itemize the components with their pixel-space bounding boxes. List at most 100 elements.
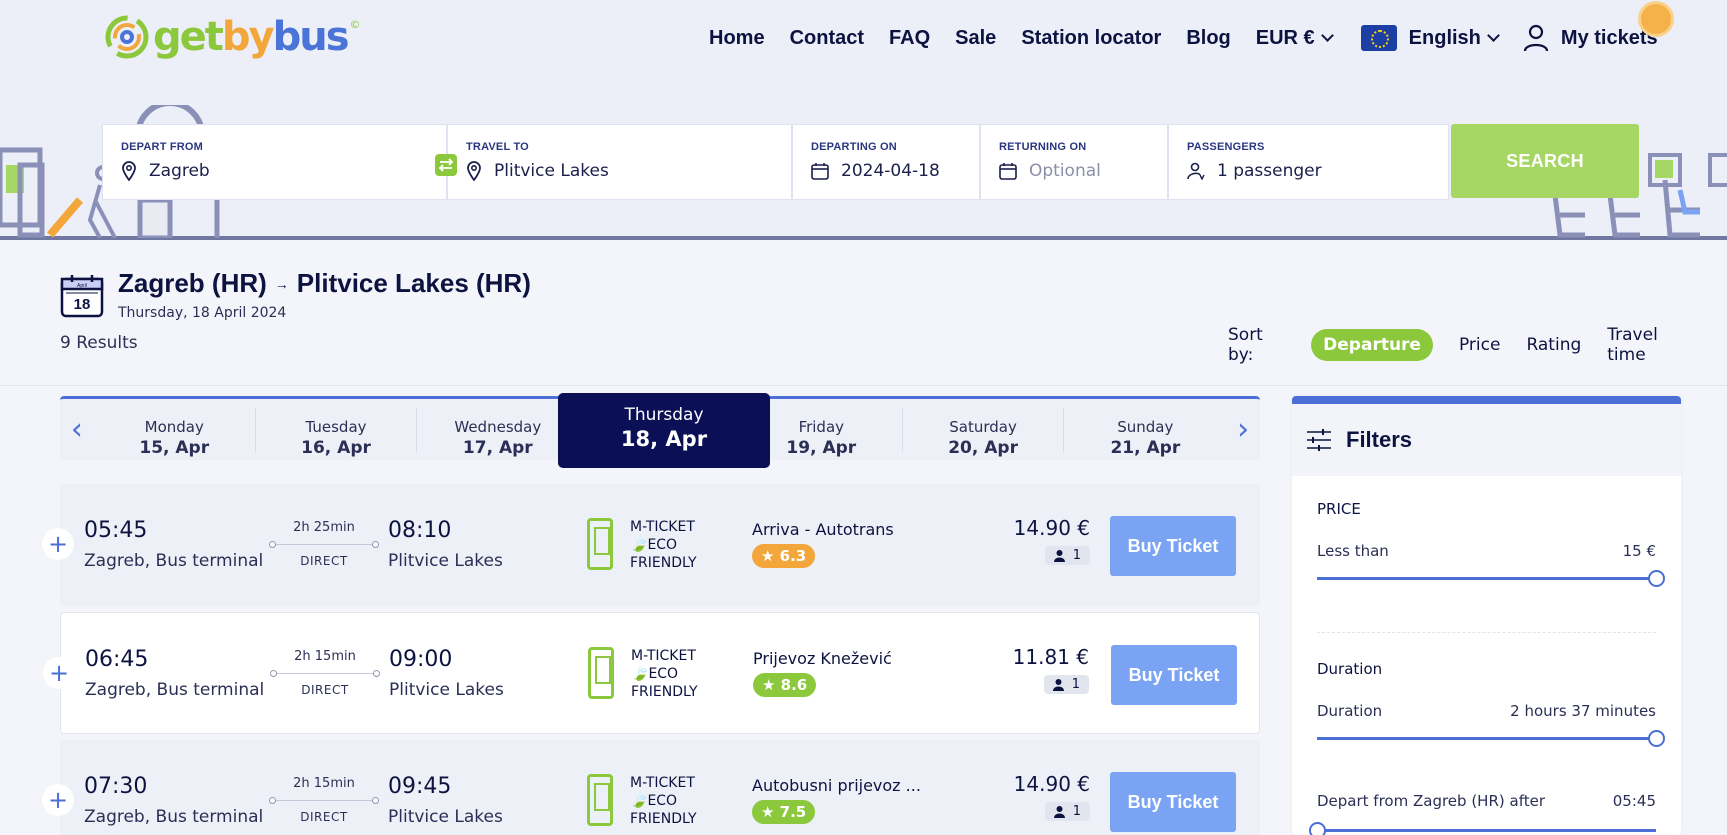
friendly-label: FRIENDLY — [630, 555, 697, 571]
swap-icon[interactable] — [435, 154, 457, 176]
duration-filter-label: Duration — [1317, 660, 1383, 678]
returning-on-label: RETURNING ON — [999, 141, 1087, 153]
route-destination: Plitvice Lakes (HR) — [296, 268, 531, 298]
nav-faq[interactable]: FAQ — [889, 27, 930, 50]
duration-slider[interactable] — [1317, 730, 1665, 747]
date-value: 15, Apr — [139, 437, 210, 458]
sort-travel-time[interactable]: Travel time — [1607, 325, 1701, 365]
getbybus-logo[interactable]: getbybus © — [105, 14, 361, 60]
depart-from-label: DEPART FROM — [121, 141, 204, 153]
passenger-icon — [1187, 162, 1205, 180]
mobile-ticket-icon — [587, 774, 613, 826]
main-nav: Home Contact FAQ Sale Station locator Bl… — [709, 24, 1683, 52]
nav-home[interactable]: Home — [709, 27, 765, 50]
location-pin-icon — [121, 161, 137, 181]
search-button[interactable]: SEARCH — [1451, 124, 1639, 198]
depart-after-filter-row: Depart from Zagreb (HR) after 05:45 — [1317, 792, 1656, 810]
search-form: DEPART FROM Zagreb TRAVEL TO Plitvice La… — [102, 124, 1639, 200]
rating-value: 6.3 — [779, 547, 807, 565]
user-icon — [1523, 24, 1549, 52]
depart-from-field[interactable]: DEPART FROM Zagreb — [102, 124, 447, 200]
depart-after-slider-handle[interactable] — [1309, 822, 1326, 835]
person-icon — [1052, 678, 1064, 691]
filters-panel: Filters PRICE Less than 15 € Duration Du… — [1292, 396, 1681, 835]
trip-card[interactable]: + 06:45 Zagreb, Bus terminal 2h 15min DI… — [43, 612, 1260, 734]
date-wednesday[interactable]: Wednesday 17, Apr — [417, 407, 580, 458]
eu-flag-icon — [1360, 25, 1397, 51]
logo-copyright-mark: © — [349, 18, 361, 31]
date-day-label: Tuesday — [305, 417, 367, 436]
returning-on-input[interactable]: Optional — [999, 161, 1149, 181]
route-origin: Zagreb (HR) — [118, 268, 267, 298]
date-saturday[interactable]: Saturday 20, Apr — [903, 407, 1065, 458]
buy-ticket-button[interactable]: Buy Ticket — [1110, 516, 1236, 576]
duration-filter-row: Duration 2 hours 37 minutes — [1317, 702, 1656, 720]
trip-card[interactable]: + 07:30 Zagreb, Bus terminal 2h 15min DI… — [42, 740, 1260, 835]
expand-plus-icon[interactable]: + — [42, 784, 74, 816]
trip-price: 14.90 € — [1013, 772, 1090, 796]
price-filter-row: Less than 15 € — [1317, 542, 1656, 560]
depart-from-input[interactable]: Zagreb — [121, 161, 428, 181]
passenger-count: 1 — [1044, 546, 1090, 565]
travel-to-field[interactable]: TRAVEL TO Plitvice Lakes — [447, 124, 792, 200]
eco-label: ECO — [648, 666, 679, 682]
date-value: 16, Apr — [301, 437, 371, 458]
departure-time: 07:30 — [84, 774, 148, 799]
nav-sale[interactable]: Sale — [955, 27, 996, 50]
sort-departure[interactable]: Departure — [1311, 329, 1433, 361]
price-slider-handle[interactable] — [1648, 570, 1665, 587]
duration-slider-handle[interactable] — [1648, 730, 1665, 747]
departure-time: 06:45 — [85, 647, 149, 672]
departing-on-field[interactable]: DEPARTING ON 2024-04-18 — [792, 124, 980, 200]
buy-ticket-button[interactable]: Buy Ticket — [1111, 645, 1237, 705]
trip-price: 11.81 € — [1012, 645, 1089, 669]
nav-blog[interactable]: Blog — [1186, 27, 1230, 50]
trip-type: DIRECT — [300, 554, 348, 568]
my-tickets-link[interactable]: My tickets — [1523, 24, 1658, 52]
date-sunday[interactable]: Sunday 21, Apr — [1064, 408, 1226, 458]
arrival-station: Plitvice Lakes — [388, 551, 503, 571]
price-slider[interactable] — [1317, 570, 1665, 587]
chat-widget-icon[interactable] — [1638, 1, 1674, 37]
passenger-count-value: 1 — [1071, 677, 1080, 692]
date-monday[interactable]: Monday 15, Apr — [94, 407, 256, 458]
depart-from-value: Zagreb — [149, 161, 210, 181]
passengers-field[interactable]: PASSENGERS 1 passenger — [1168, 124, 1449, 200]
prev-date-arrow-icon[interactable]: ‹ — [60, 399, 94, 460]
sort-bar: Sort by: Departure Price Rating Travel t… — [1228, 325, 1727, 365]
depart-after-value: 05:45 — [1612, 792, 1656, 810]
sort-rating[interactable]: Rating — [1526, 335, 1581, 355]
ticket-features: M-TICKET 🍃ECO FRIENDLY — [630, 518, 697, 572]
logo-wordmark: getbybus — [153, 14, 350, 60]
departing-on-input[interactable]: 2024-04-18 — [811, 161, 961, 181]
currency-selector[interactable]: EUR € — [1256, 27, 1334, 50]
travel-to-input[interactable]: Plitvice Lakes — [466, 161, 773, 181]
nav-contact[interactable]: Contact — [790, 27, 864, 50]
date-tuesday[interactable]: Tuesday 16, Apr — [256, 407, 418, 458]
returning-on-field[interactable]: RETURNING ON Optional — [980, 124, 1168, 200]
passengers-label: PASSENGERS — [1187, 141, 1265, 153]
next-date-arrow-icon[interactable]: › — [1226, 399, 1260, 460]
calendar-date-icon: April 18 — [60, 275, 104, 318]
date-thursday-selected[interactable]: Thursday 18, Apr — [558, 393, 770, 468]
departure-station: Zagreb, Bus terminal — [84, 807, 264, 827]
logo-text-get: get — [153, 14, 224, 60]
expand-plus-icon[interactable]: + — [43, 657, 75, 689]
eco-label: ECO — [647, 793, 678, 809]
operator-rating: ★ 8.6 — [753, 673, 817, 697]
passengers-input[interactable]: 1 passenger — [1187, 161, 1430, 181]
language-selector[interactable]: English — [1360, 25, 1500, 51]
arrival-time: 09:00 — [389, 647, 453, 672]
price-less-than-label: Less than — [1317, 542, 1389, 560]
filters-title: Filters — [1346, 427, 1413, 452]
expand-plus-icon[interactable]: + — [42, 528, 74, 560]
location-pin-icon — [466, 161, 482, 181]
sort-price[interactable]: Price — [1459, 335, 1500, 355]
trip-card[interactable]: + 05:45 Zagreb, Bus terminal 2h 25min DI… — [42, 484, 1260, 606]
nav-station-locator[interactable]: Station locator — [1021, 27, 1161, 50]
price-filter-label: PRICE — [1317, 500, 1361, 518]
duration-line — [269, 797, 379, 804]
buy-ticket-button[interactable]: Buy Ticket — [1110, 772, 1236, 832]
depart-after-slider[interactable] — [1309, 822, 1656, 835]
date-day-label: Thursday — [624, 405, 704, 425]
